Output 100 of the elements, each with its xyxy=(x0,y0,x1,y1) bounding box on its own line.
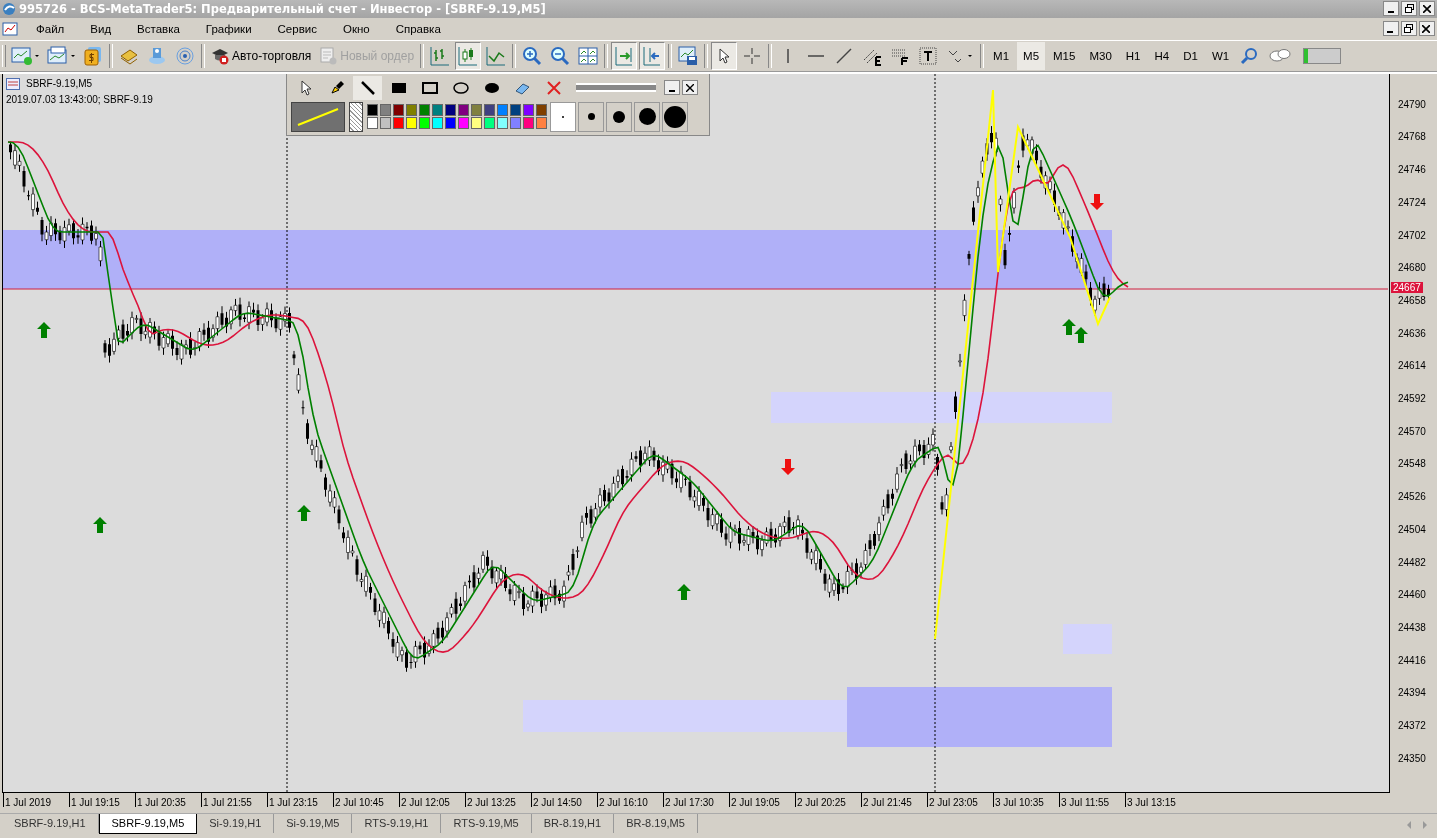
timeframe-button[interactable]: M15 xyxy=(1047,41,1082,70)
color-swatch[interactable] xyxy=(406,117,417,130)
price-label: 24768 xyxy=(1397,131,1426,143)
price-label: 24680 xyxy=(1397,262,1426,274)
color-swatch[interactable] xyxy=(367,104,378,117)
graduation-cap-icon xyxy=(211,46,229,65)
auto-trading-button[interactable]: Авто-торговля xyxy=(208,42,315,69)
candlestick-icon[interactable] xyxy=(455,41,482,70)
time-label: 2 Jul 23:05 xyxy=(927,793,993,808)
color-swatch[interactable] xyxy=(445,117,456,130)
app-logo-icon xyxy=(2,1,16,16)
price-label: 24548 xyxy=(1397,458,1426,470)
chart-tab[interactable]: RTS-9.19,M5 xyxy=(441,814,532,834)
color-swatch[interactable] xyxy=(523,104,534,117)
zone-rectangle xyxy=(1063,623,1112,654)
minimize-button[interactable] xyxy=(1383,1,1399,17)
color-swatch[interactable] xyxy=(419,104,430,117)
chart-shift-icon[interactable] xyxy=(639,41,666,70)
color-swatch[interactable] xyxy=(419,117,430,130)
color-swatch[interactable] xyxy=(510,117,521,130)
color-swatch[interactable] xyxy=(497,104,508,117)
color-swatch[interactable] xyxy=(471,117,482,130)
menu-item[interactable]: Справка xyxy=(379,22,451,35)
price-label: 24350 xyxy=(1397,752,1426,764)
time-label: 2 Jul 21:45 xyxy=(861,793,927,808)
timeframe-button[interactable]: W1 xyxy=(1205,41,1236,70)
menu-item[interactable]: Вид xyxy=(74,22,122,35)
time-label: 2 Jul 19:05 xyxy=(729,793,795,808)
menu-item[interactable]: Окно xyxy=(326,22,380,35)
window-title: 995726 - BCS-MetaTrader5: Предварительный счет - Инвестор - [SBRF-9.19,M5] xyxy=(19,1,546,16)
color-swatch[interactable] xyxy=(406,104,417,117)
close-button[interactable] xyxy=(682,80,698,96)
chart-tab[interactable]: Si-9.19,M5 xyxy=(274,814,353,834)
price-label: 24746 xyxy=(1397,164,1426,176)
time-label: 1 Jul 21:55 xyxy=(201,793,267,808)
document-plus-icon xyxy=(319,46,338,65)
timeframe-button[interactable]: M5 xyxy=(1017,41,1046,70)
restore-button[interactable] xyxy=(1401,21,1417,37)
autoscroll-icon[interactable] xyxy=(611,41,638,70)
color-swatch[interactable] xyxy=(458,117,469,130)
price-label: 24482 xyxy=(1397,556,1426,568)
menu-item[interactable]: Графики xyxy=(189,22,262,35)
color-swatch[interactable] xyxy=(536,104,547,117)
timeframe-button[interactable]: H1 xyxy=(1119,41,1147,70)
color-swatch[interactable] xyxy=(432,117,443,130)
timeframe-button[interactable]: M30 xyxy=(1083,41,1118,70)
menu-item[interactable]: Файл xyxy=(20,22,75,35)
dot-size-icon[interactable] xyxy=(634,101,660,132)
color-swatch[interactable] xyxy=(380,104,391,117)
timeframe-button[interactable]: H4 xyxy=(1148,41,1176,70)
color-swatch[interactable] xyxy=(497,117,508,130)
time-label: 2 Jul 10:45 xyxy=(333,793,399,808)
chart-icon xyxy=(6,77,20,90)
color-swatch[interactable] xyxy=(432,104,443,117)
price-label: 24438 xyxy=(1397,621,1426,633)
close-button[interactable] xyxy=(1419,1,1435,17)
color-swatch[interactable] xyxy=(367,117,378,130)
price-label: 24790 xyxy=(1397,98,1426,110)
minimize-icon xyxy=(669,89,675,92)
color-swatch[interactable] xyxy=(484,104,495,117)
price-label: 24460 xyxy=(1397,589,1426,601)
dot-size-icon[interactable] xyxy=(578,101,604,132)
color-swatch[interactable] xyxy=(393,117,404,130)
color-swatch[interactable] xyxy=(393,104,404,117)
minimize-button[interactable] xyxy=(664,80,680,96)
line-tool-icon[interactable] xyxy=(353,75,382,100)
color-swatch[interactable] xyxy=(380,117,391,130)
time-label: 2 Jul 14:50 xyxy=(531,793,597,808)
color-swatch[interactable] xyxy=(536,117,547,130)
menu-item[interactable]: Сервис xyxy=(261,22,327,35)
chart-tab[interactable]: RTS-9.19,H1 xyxy=(352,814,442,834)
color-swatch[interactable] xyxy=(523,117,534,130)
color-swatch[interactable] xyxy=(471,104,482,117)
chart-tab[interactable]: BR-8.19,M5 xyxy=(614,814,698,834)
chart-tab[interactable]: SBRF-9.19,M5 xyxy=(98,814,198,835)
timeframe-button[interactable]: D1 xyxy=(1177,41,1204,70)
chart-tab[interactable]: Si-9.19,H1 xyxy=(197,814,275,834)
time-label: 1 Jul 19:15 xyxy=(69,793,135,808)
timeframe-button[interactable]: M1 xyxy=(987,41,1016,70)
minimize-button[interactable] xyxy=(1383,21,1399,37)
color-swatch[interactable] xyxy=(458,104,469,117)
transparent-swatch[interactable] xyxy=(349,101,363,132)
close-button[interactable] xyxy=(1419,21,1435,37)
color-swatch[interactable] xyxy=(484,117,495,130)
color-swatch[interactable] xyxy=(445,104,456,117)
time-label: 3 Jul 13:15 xyxy=(1125,793,1191,808)
dot-size-icon[interactable] xyxy=(606,101,632,132)
minimize-icon xyxy=(1388,10,1394,13)
up-arrow-icon xyxy=(93,516,107,533)
cursor-icon[interactable] xyxy=(711,41,738,70)
dot-size-icon[interactable] xyxy=(662,101,688,132)
price-label: 24504 xyxy=(1397,523,1426,535)
down-arrow-icon xyxy=(781,458,795,475)
color-swatch[interactable] xyxy=(510,104,521,117)
restore-button[interactable] xyxy=(1401,1,1417,17)
chart-tab[interactable]: BR-8.19,H1 xyxy=(531,814,615,834)
price-label: 24702 xyxy=(1397,229,1426,241)
chart-tab[interactable]: SBRF-9.19,H1 xyxy=(2,814,99,834)
dot-size-icon[interactable] xyxy=(550,101,576,132)
menu-item[interactable]: Вставка xyxy=(121,22,190,35)
